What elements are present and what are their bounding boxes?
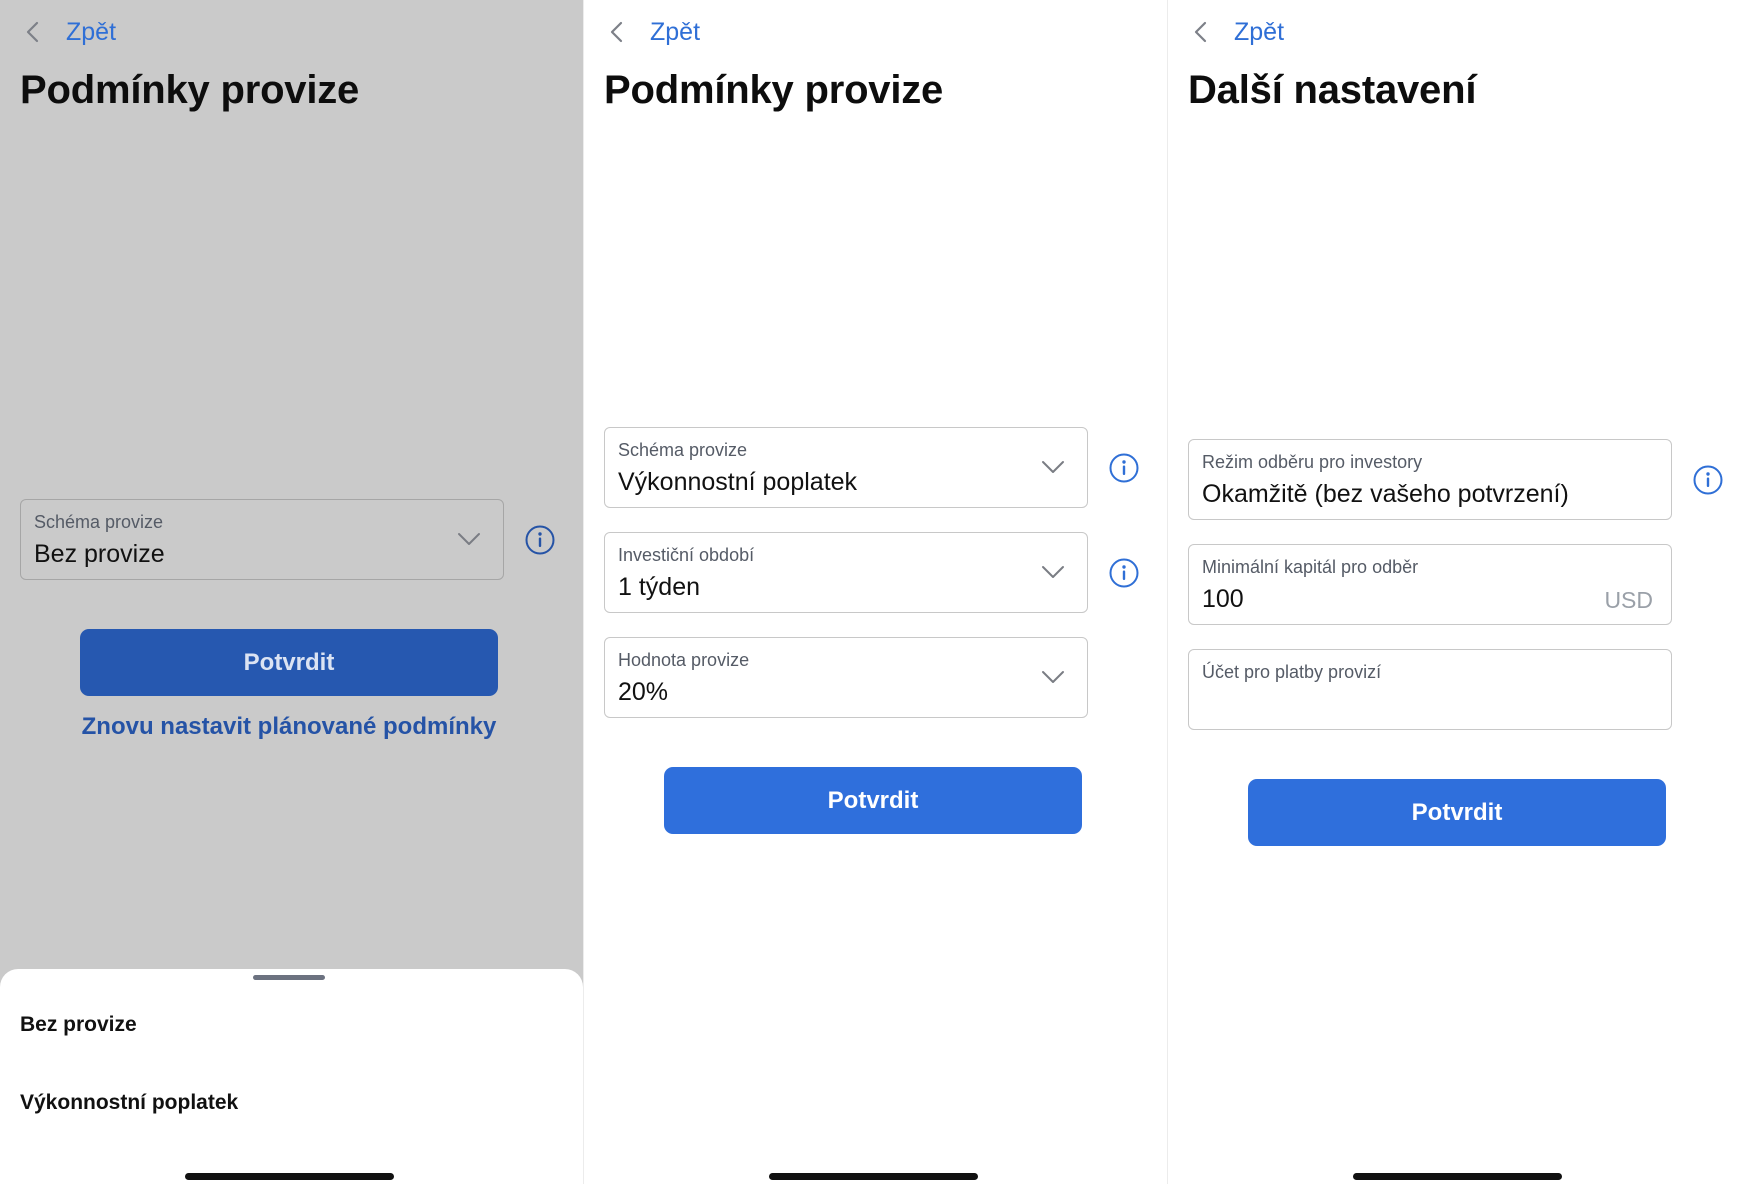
info-icon[interactable] [1692, 464, 1724, 496]
chevron-down-icon [1042, 671, 1064, 683]
page-title: Podmínky provize [20, 68, 360, 112]
info-icon[interactable] [1108, 557, 1140, 589]
min-capital-input[interactable]: Minimální kapitál pro odběr 100 USD [1188, 544, 1672, 625]
page-title: Další nastavení [1188, 68, 1477, 112]
field-label: Režim odběru pro investory [1202, 452, 1423, 472]
confirm-button[interactable]: Potvrdit [1248, 779, 1666, 846]
chevron-left-icon [1194, 21, 1207, 43]
sheet-option-performance-fee[interactable]: Výkonnostní poplatek [20, 1091, 238, 1115]
field-value[interactable]: 100 [1202, 585, 1244, 614]
subscription-mode-field[interactable]: Režim odběru pro investory Okamžitě (bez… [1188, 439, 1672, 520]
commission-value-select[interactable]: Hodnota provize 20% [604, 637, 1088, 718]
field-value: Bez provize [34, 540, 165, 568]
chevron-down-icon [1042, 566, 1064, 578]
back-button[interactable]: Zpět [20, 14, 116, 50]
page-title: Podmínky provize [604, 68, 944, 112]
field-label: Účet pro platby provizí [1202, 662, 1382, 682]
back-label[interactable]: Zpět [650, 18, 700, 47]
currency-suffix: USD [1604, 587, 1653, 613]
confirm-button[interactable]: Potvrdit [80, 629, 498, 696]
sheet-option-no-commission[interactable]: Bez provize [20, 1013, 137, 1037]
back-button[interactable]: Zpět [604, 14, 700, 50]
investment-period-select[interactable]: Investiční období 1 týden [604, 532, 1088, 613]
chevron-down-icon [458, 533, 480, 545]
home-indicator [1353, 1173, 1562, 1180]
back-label[interactable]: Zpět [66, 18, 116, 47]
home-indicator [769, 1173, 978, 1180]
sheet-drag-handle[interactable] [253, 975, 325, 980]
chevron-down-icon [1042, 461, 1064, 473]
back-label[interactable]: Zpět [1234, 18, 1284, 47]
home-indicator [185, 1173, 394, 1180]
chevron-left-icon [610, 21, 623, 43]
commission-terms-screen: Zpět Podmínky provize Schéma provize Výk… [583, 0, 1166, 1184]
commission-scheme-bottom-sheet: Bez provize Výkonnostní poplatek [0, 969, 583, 1184]
info-icon[interactable] [1108, 452, 1140, 484]
commission-terms-screen-with-sheet: Zpět Podmínky provize Schéma provize Bez… [0, 0, 583, 1184]
field-value: Výkonnostní poplatek [618, 468, 858, 496]
field-label: Schéma provize [34, 512, 164, 532]
field-label: Minimální kapitál pro odběr [1202, 557, 1419, 577]
info-icon[interactable] [524, 524, 556, 556]
field-value: 1 týden [618, 573, 701, 601]
field-value: 20% [618, 678, 669, 706]
additional-settings-screen: Zpět Další nastavení Režim odběru pro in… [1167, 0, 1750, 1184]
field-label: Investiční období [618, 545, 755, 565]
reset-planned-terms-link[interactable]: Znovu nastavit plánované podmínky [0, 713, 578, 741]
confirm-button[interactable]: Potvrdit [664, 767, 1082, 834]
back-button[interactable]: Zpět [1188, 14, 1284, 50]
commission-scheme-select[interactable]: Schéma provize Bez provize [20, 499, 504, 580]
payout-account-field[interactable]: Účet pro platby provizí [1188, 649, 1672, 730]
field-value: Okamžitě (bez vašeho potvrzení) [1202, 480, 1569, 508]
field-label: Hodnota provize [618, 650, 750, 670]
screens-comparison: Zpět Podmínky provize Schéma provize Bez… [0, 0, 1750, 1184]
chevron-left-icon [26, 21, 39, 43]
field-label: Schéma provize [618, 440, 748, 460]
commission-scheme-select[interactable]: Schéma provize Výkonnostní poplatek [604, 427, 1088, 508]
